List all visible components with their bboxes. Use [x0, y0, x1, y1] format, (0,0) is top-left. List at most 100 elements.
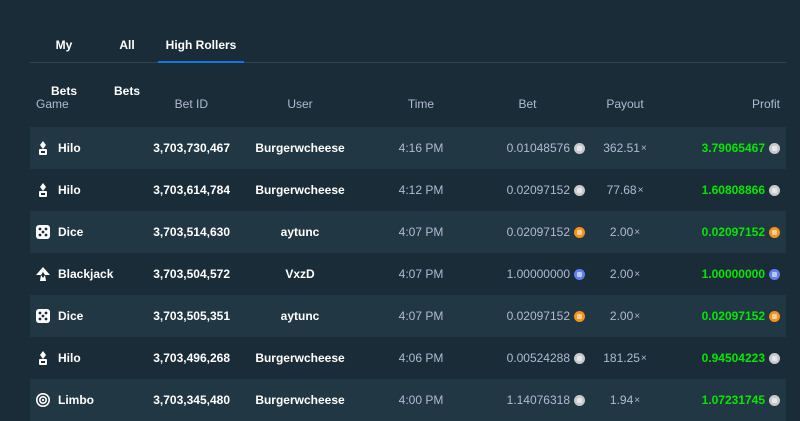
time-cell: 4:07 PM [398, 267, 444, 281]
dice-icon [36, 309, 50, 323]
ltc-coin-icon [574, 394, 585, 406]
multiplier-sign: × [640, 142, 647, 154]
game-cell[interactable]: Blackjack [36, 253, 113, 295]
multiplier-sign: × [640, 352, 647, 364]
table-row[interactable]: Dice 3,703,505,351 aytunc 4:07 PM 0.02097152… [30, 295, 786, 337]
profit-cell: 0.02097152 [666, 295, 780, 337]
bet-id-link[interactable]: 3,703,614,784 [130, 169, 230, 211]
game-cell[interactable]: Hilo [36, 169, 81, 211]
ltc-coin-icon [574, 142, 585, 154]
eth-coin-icon [574, 268, 585, 280]
table-row[interactable]: Limbo 3,703,345,480 Burgerwcheese 4:00 PM 1.… [30, 379, 786, 421]
payout-value: 181.25 [603, 351, 640, 365]
game-name: Blackjack [58, 267, 114, 281]
ltc-coin-icon [769, 142, 780, 154]
column-header-profit: Profit [751, 97, 780, 111]
bet-amount: 0.01048576 [506, 141, 570, 155]
table-row[interactable]: Hilo 3,703,496,268 Burgerwcheese 4:06 PM 0.0… [30, 337, 786, 379]
payout-cell: 2.00 × [585, 211, 665, 253]
bet-id-link[interactable]: 3,703,345,480 [130, 379, 230, 421]
user-link[interactable]: Burgerwcheese [240, 169, 360, 211]
table-row[interactable]: Blackjack 3,703,504,572 VxzD 4:07 PM 1.00000… [30, 253, 786, 295]
table-row[interactable]: Hilo 3,703,614,784 Burgerwcheese 4:12 PM 0.0… [30, 169, 786, 211]
bet-amount: 0.02097152 [506, 225, 570, 239]
bets-tabs: My Bets All Bets High Rollers [30, 22, 786, 98]
user-link[interactable]: aytunc [240, 211, 360, 253]
user-link[interactable]: Burgerwcheese [240, 379, 360, 421]
table-row[interactable]: Hilo 3,703,730,467 Burgerwcheese 4:16 PM 0.0… [30, 127, 786, 169]
bet-amount: 1.14076318 [506, 393, 570, 407]
column-header-bet-id: Bet ID [174, 97, 208, 111]
bet-amount: 0.00524288 [506, 351, 570, 365]
ltc-coin-icon [769, 184, 780, 196]
time-cell: 4:00 PM [398, 393, 444, 407]
game-cell[interactable]: Hilo [36, 337, 81, 379]
column-header-payout: Payout [606, 97, 644, 111]
bet-amount: 1.00000000 [506, 267, 570, 281]
bet-amount-cell: 0.02097152 [470, 169, 585, 211]
hilo-icon [36, 183, 50, 197]
profit-cell: 0.94504223 [666, 337, 780, 379]
table-row[interactable]: Dice 3,703,514,630 aytunc 4:07 PM 0.02097152… [30, 211, 786, 253]
multiplier-sign: × [637, 184, 644, 196]
game-cell[interactable]: Dice [36, 295, 83, 337]
bet-amount-cell: 0.02097152 [470, 211, 585, 253]
payout-cell: 2.00 × [585, 295, 665, 337]
time-cell: 4:12 PM [398, 183, 444, 197]
profit-value: 1.00000000 [701, 267, 765, 281]
bet-amount-cell: 0.02097152 [470, 295, 585, 337]
multiplier-sign: × [634, 268, 641, 280]
column-header-user: User [287, 97, 313, 111]
payout-cell: 1.94 × [585, 379, 665, 421]
profit-cell: 0.02097152 [666, 211, 780, 253]
payout-cell: 181.25 × [585, 337, 665, 379]
profit-value: 0.94504223 [701, 351, 765, 365]
table-header: Game Bet ID User Time Bet Payout Profit [30, 94, 786, 114]
profit-cell: 1.00000000 [666, 253, 780, 295]
bet-id-link[interactable]: 3,703,504,572 [130, 253, 230, 295]
bet-amount-cell: 1.14076318 [470, 379, 585, 421]
tab-my-bets[interactable]: My Bets [42, 22, 86, 98]
payout-cell: 77.68 × [585, 169, 665, 211]
bets-table-body: Hilo 3,703,730,467 Burgerwcheese 4:16 PM 0.0… [30, 127, 786, 421]
tab-all-bets[interactable]: All Bets [106, 22, 148, 98]
payout-value: 77.68 [606, 183, 637, 197]
bet-id-link[interactable]: 3,703,496,268 [130, 337, 230, 379]
blackjack-icon [36, 267, 50, 281]
game-name: Dice [58, 309, 84, 323]
user-link[interactable]: Burgerwcheese [240, 337, 360, 379]
profit-cell: 3.79065467 [666, 127, 780, 169]
high-rollers-panel: My Bets All Bets High Rollers Game Bet I… [30, 22, 786, 421]
bet-amount: 0.02097152 [506, 183, 570, 197]
user-link[interactable]: VxzD [240, 253, 360, 295]
game-name: Dice [58, 225, 84, 239]
column-header-bet: Bet [518, 97, 537, 111]
time-cell: 4:07 PM [398, 225, 444, 239]
ltc-coin-icon [574, 352, 585, 364]
ltc-coin-icon [769, 394, 780, 406]
game-name: Hilo [58, 141, 81, 155]
dice-icon [36, 225, 50, 239]
time-cell: 4:07 PM [398, 309, 444, 323]
bet-amount-cell: 0.00524288 [470, 337, 585, 379]
payout-value: 2.00 [609, 309, 634, 323]
multiplier-sign: × [634, 226, 641, 238]
btc-coin-icon [769, 226, 780, 238]
game-cell[interactable]: Limbo [36, 379, 94, 421]
user-link[interactable]: aytunc [240, 295, 360, 337]
user-link[interactable]: Burgerwcheese [240, 127, 360, 169]
limbo-icon [36, 393, 50, 407]
game-cell[interactable]: Dice [36, 211, 83, 253]
bet-amount-cell: 0.01048576 [470, 127, 585, 169]
profit-value: 1.07231745 [701, 393, 765, 407]
multiplier-sign: × [634, 394, 641, 406]
bet-id-link[interactable]: 3,703,514,630 [130, 211, 230, 253]
bet-amount-cell: 1.00000000 [470, 253, 585, 295]
btc-coin-icon [574, 226, 585, 238]
payout-value: 1.94 [609, 393, 634, 407]
payout-value: 362.51 [603, 141, 640, 155]
game-cell[interactable]: Hilo [36, 127, 81, 169]
bet-id-link[interactable]: 3,703,730,467 [130, 127, 230, 169]
tab-high-rollers[interactable]: High Rollers [158, 22, 244, 63]
bet-id-link[interactable]: 3,703,505,351 [130, 295, 230, 337]
